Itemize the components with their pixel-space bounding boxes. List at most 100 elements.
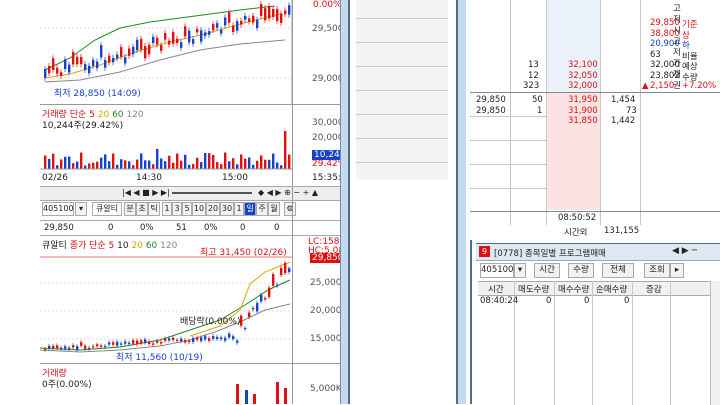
info-value: 2,150 — [650, 81, 675, 91]
candle — [264, 8, 267, 21]
volume-bar — [116, 164, 119, 169]
all-select[interactable]: 전체 — [602, 263, 634, 278]
period-tick[interactable]: 틱 — [148, 202, 160, 216]
info-bar: 29,850 0 0% 51 0% 0 0 — [40, 220, 348, 236]
week-button[interactable]: 주 — [256, 202, 268, 216]
candle — [108, 342, 111, 345]
bottom-ytick-2: 20,000 — [310, 306, 342, 316]
candle — [228, 333, 231, 338]
ask-qty: 323 — [523, 81, 540, 91]
candle — [96, 344, 99, 347]
candle — [160, 341, 163, 344]
volume-bar — [244, 158, 247, 169]
volume-bar — [120, 159, 123, 169]
period-30[interactable]: 30 — [220, 202, 234, 216]
divider — [40, 363, 348, 364]
candle — [68, 64, 71, 73]
table-row[interactable]: 08:40:24 0 0 0 — [478, 296, 720, 308]
col-line — [640, 0, 641, 225]
volume-bar — [148, 160, 151, 169]
month-button[interactable]: 월 — [268, 202, 280, 216]
dividend-label: 배당락(0.00%) — [180, 317, 241, 327]
up-arrow-icon: ▲ — [642, 81, 649, 91]
volume-bar — [92, 162, 95, 169]
daily-volume-chart — [236, 382, 287, 404]
time-select[interactable]: 시간 — [534, 263, 560, 278]
volume-bar — [64, 156, 67, 169]
candle — [184, 26, 187, 37]
qty-select[interactable]: 수량 — [568, 263, 594, 278]
candle — [136, 39, 139, 51]
x-label-1: 02/26 — [42, 173, 68, 183]
scroll-track[interactable] — [172, 192, 252, 194]
period-1[interactable]: 1 — [162, 202, 172, 216]
program-title-bar[interactable]: 9 [0778] 종목일별 프로그램매매 ◀ ▶ ─ — [476, 244, 720, 261]
pane-border — [470, 240, 472, 404]
period-3[interactable]: 3 — [172, 202, 182, 216]
candle — [212, 24, 215, 31]
candle — [160, 45, 163, 51]
volume-bar — [68, 156, 71, 169]
zoom-controls-icon[interactable]: ◆ ◀ ▶ ⊕ − + ▲ — [258, 188, 318, 197]
program-panel: 9 [0778] 종목일별 프로그램매매 ◀ ▶ ─ 405100 ▾ 시간 수… — [476, 243, 720, 405]
candle — [280, 267, 283, 276]
volume-bar — [80, 152, 83, 169]
search-icon[interactable]: ▾ — [75, 202, 87, 216]
candle — [280, 13, 283, 23]
program-code-input[interactable]: 405100 — [480, 263, 514, 278]
candle — [224, 337, 227, 341]
middle-blank — [356, 180, 448, 404]
period-10[interactable]: 10 — [192, 202, 206, 216]
candle — [168, 338, 171, 341]
day-button[interactable]: 일 — [244, 202, 256, 216]
axis-separator — [292, 0, 293, 404]
candle — [200, 337, 203, 342]
candle — [288, 268, 291, 273]
period-20[interactable]: 20 — [206, 202, 220, 216]
program-scrollbar[interactable] — [710, 281, 720, 405]
daily-price-chart[interactable] — [40, 250, 292, 362]
volume-bar — [104, 154, 107, 169]
lookup-button[interactable]: 조회 — [644, 263, 670, 278]
volume-bar — [160, 158, 163, 169]
candle — [232, 25, 235, 32]
period-5[interactable]: 5 — [182, 202, 192, 216]
window-controls-icon[interactable]: ◀ ▶ ─ — [672, 246, 697, 256]
top-chart-ytick-2: 29,000 — [312, 74, 344, 84]
candle — [268, 5, 271, 19]
chart-scroll-bar[interactable]: |◀ ◀ ■ ▶ ▶| ◆ ◀ ▶ ⊕ − + ▲ — [40, 186, 348, 201]
next-button[interactable]: ▸ — [670, 263, 684, 278]
ask-price: 32,050 — [568, 70, 598, 81]
volume-bar — [196, 157, 199, 169]
candle — [188, 30, 191, 43]
candle — [236, 21, 239, 31]
volume-bar — [144, 160, 147, 169]
search-icon[interactable]: ▾ — [514, 263, 526, 278]
col-sell: 매도수량 — [518, 285, 550, 295]
scroll-controls-icon[interactable]: |◀ ◀ ■ ▶ ▶| — [122, 188, 170, 197]
candle — [120, 47, 123, 57]
candle — [132, 340, 135, 344]
ob-time-value: 08:50:52 — [558, 213, 597, 223]
stock-code-input[interactable]: 405100 — [42, 202, 74, 216]
volume-bar — [96, 161, 99, 169]
candle — [148, 341, 151, 344]
period-1b[interactable]: 1 — [234, 202, 244, 216]
period-sec[interactable]: 초 — [136, 202, 148, 216]
candle — [164, 33, 167, 40]
row-line — [470, 116, 546, 117]
volume-bar — [224, 152, 227, 169]
candle — [80, 342, 83, 346]
candle — [48, 65, 51, 74]
side-scrollbar[interactable] — [458, 0, 466, 404]
volume-bar — [188, 164, 191, 169]
volume-bar — [156, 149, 159, 169]
candle — [232, 336, 235, 340]
settings-icon[interactable]: ⚙ — [284, 202, 296, 216]
volume-bar — [212, 154, 215, 169]
candle — [180, 42, 183, 48]
volume-bar — [220, 164, 223, 169]
period-min[interactable]: 분 — [124, 202, 136, 216]
volume-bar — [140, 153, 143, 169]
volume-bar — [168, 155, 171, 169]
